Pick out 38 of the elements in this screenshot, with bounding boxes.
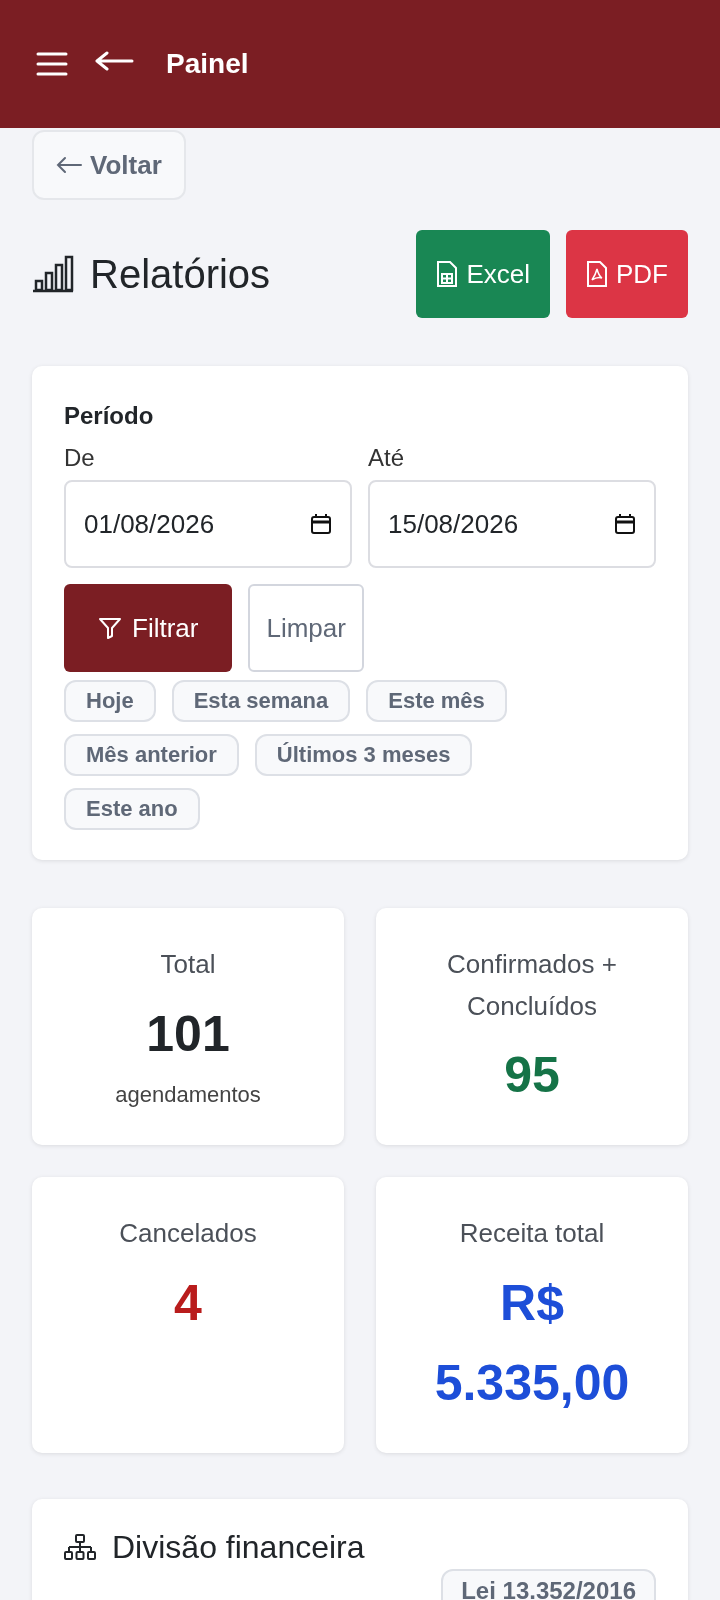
hierarchy-icon [64,1534,96,1561]
stat-value: R$ 5.335,00 [433,1273,631,1413]
calendar-icon [614,513,636,535]
menu-icon[interactable] [36,51,68,77]
period-heading: Período [64,402,155,430]
period-preset-chip[interactable]: Esta semana [171,680,351,722]
pdf-export-button[interactable]: PDF [566,230,688,318]
bar-chart-icon [32,255,74,293]
spreadsheet-icon [436,260,459,288]
stat-value: 101 [146,1004,230,1064]
arrow-left-icon [56,156,82,174]
date-field[interactable]: 15/08/2026 [368,480,656,568]
date-label: De [64,444,96,472]
back-button[interactable]: Voltar [32,130,186,200]
period-preset-chip[interactable]: Este ano [64,788,200,830]
filter-button[interactable]: Filtrar [64,584,233,672]
pdf-file-icon [586,260,608,288]
header-title: Painel [166,48,249,80]
stat-label: Cancelados [119,1217,257,1251]
stat-value: 4 [174,1273,202,1333]
clear-button[interactable]: Limpar [248,584,364,672]
date-field[interactable]: 01/08/2026 [64,480,352,568]
stat-label: Total [160,948,216,981]
section-title: Divisão financeira [112,1528,365,1566]
stat-caption: agendamentos [115,1081,261,1108]
page-title: Relatórios [90,251,271,297]
stat-label: Confirmados + Concluídos [446,948,618,1023]
calendar-icon [310,513,332,535]
stat-label: Receita total [459,1217,605,1251]
period-preset-chip[interactable]: Este mês [366,680,507,722]
period-preset-chip[interactable]: Últimos 3 meses [254,734,473,776]
law-badge: Lei 13.352/2016 [441,1568,656,1600]
period-preset-chip[interactable]: Hoje [64,680,156,722]
excel-export-button[interactable]: Excel [416,230,550,318]
date-label: Até [368,444,406,472]
stat-value: 95 [504,1046,560,1106]
funnel-icon [98,616,122,640]
period-preset-chip[interactable]: Mês anterior [64,734,239,776]
